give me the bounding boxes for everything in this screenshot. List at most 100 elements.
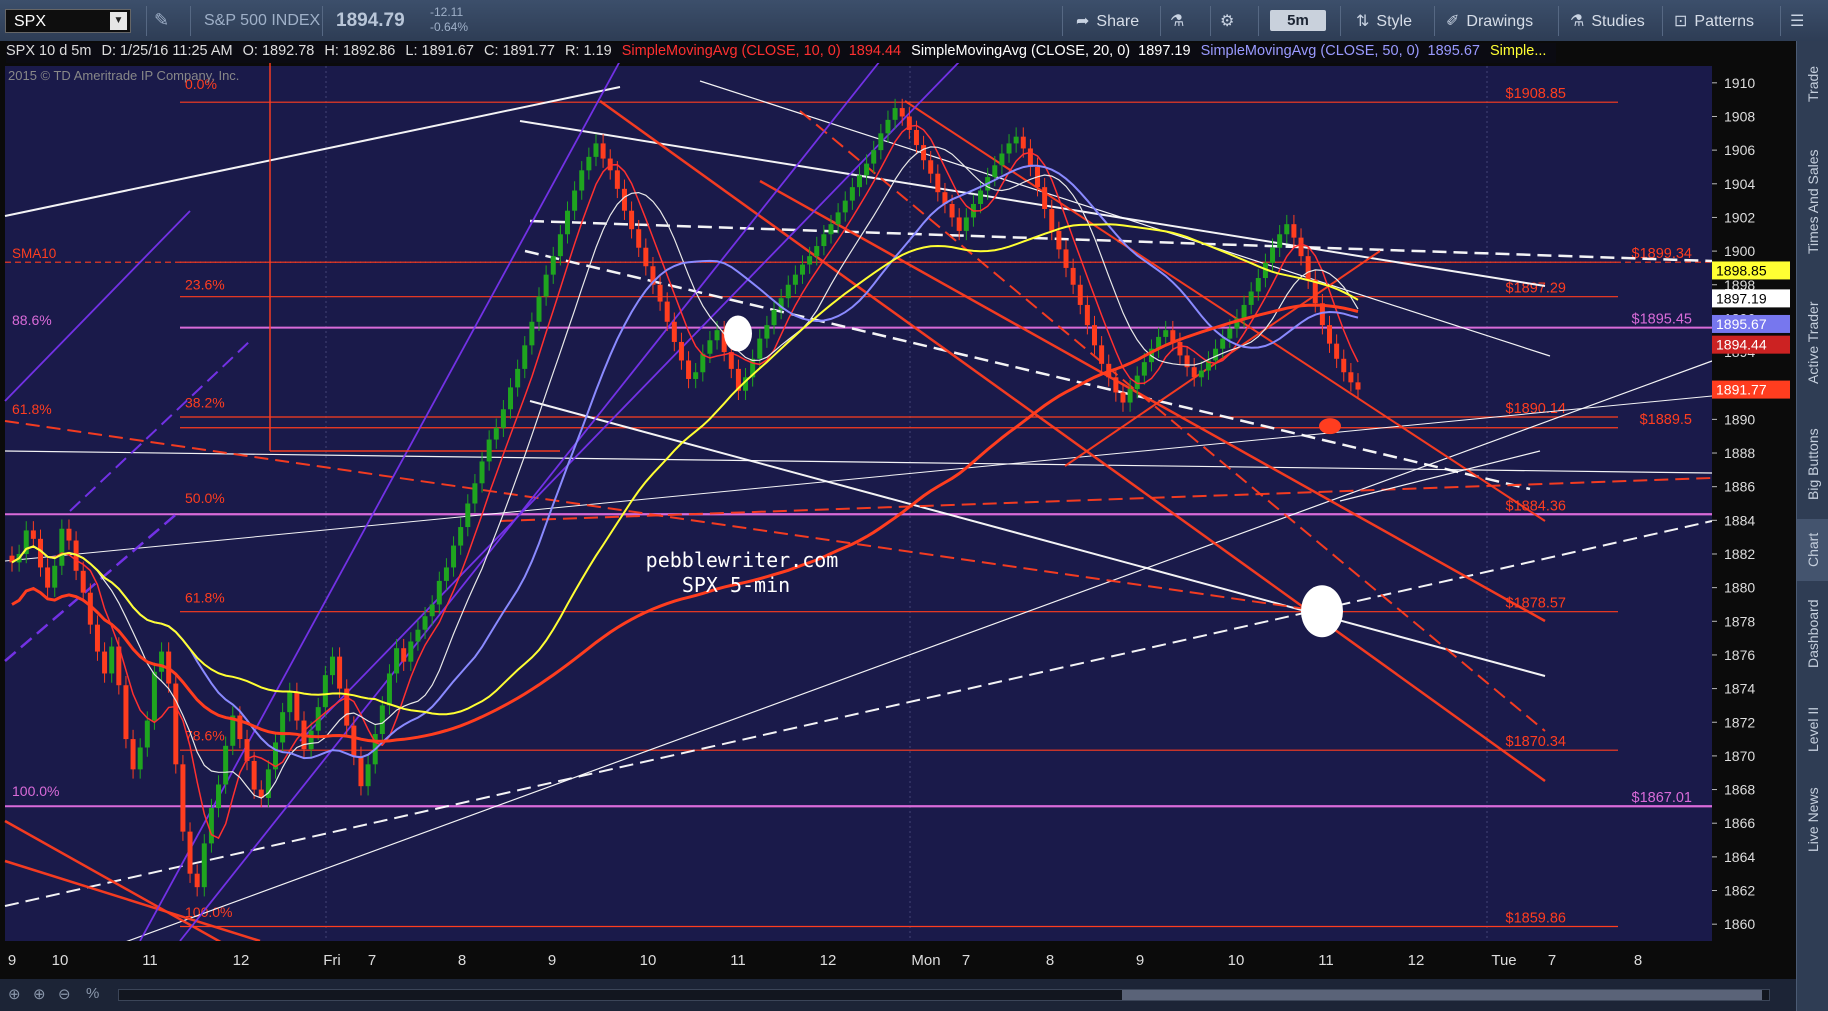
rail-tab-level-ii[interactable]: Level II — [1797, 687, 1828, 771]
candle-body-66 — [479, 461, 485, 484]
timeframe-button[interactable]: 5m — [1270, 10, 1326, 31]
y-tick-label-21: 1902 — [1724, 209, 1755, 225]
flask-button[interactable]: ⚗ — [1170, 11, 1191, 31]
percent-icon[interactable]: % — [86, 985, 99, 1002]
x-tick-label-20: 8 — [1634, 952, 1642, 969]
share-button[interactable]: ➦ Share — [1076, 11, 1139, 31]
candle-body-71 — [515, 368, 521, 388]
candle-body-85 — [614, 170, 620, 189]
candle-body-98 — [707, 340, 713, 354]
time-scrollbar[interactable] — [118, 989, 1770, 1001]
candle-body-80 — [579, 170, 585, 191]
candle-body-89 — [643, 247, 649, 267]
candle-body-141 — [1013, 136, 1019, 144]
candle-body-174 — [1248, 291, 1254, 305]
rail-tab-times-and-sales[interactable]: Times And Sales — [1797, 127, 1828, 277]
sma10-label: SimpleMovingAvg (CLOSE, 10, 0) — [621, 43, 841, 59]
toolbar-divider — [1258, 6, 1259, 36]
candle-body-97 — [700, 353, 706, 373]
right-rail: Trade Times And Sales Active Trader Big … — [1796, 41, 1828, 1011]
candle-body-76 — [550, 256, 556, 275]
y-tick-label-0: 1860 — [1724, 916, 1755, 932]
info-bar: SPX 10 d 5m D: 1/25/16 11:25 AM O: 1892.… — [6, 43, 1557, 63]
plot-background — [5, 66, 1712, 941]
zoom-out-icon[interactable]: ⊖ — [58, 985, 71, 1003]
settings-button[interactable]: ⚙ — [1220, 11, 1241, 31]
candle-body-81 — [586, 156, 592, 171]
candle-body-70 — [508, 387, 514, 410]
menu-button[interactable]: ☰ — [1790, 11, 1811, 31]
candle-body-128 — [921, 145, 927, 161]
candle-body-74 — [536, 296, 542, 322]
toolbar-divider — [146, 6, 147, 36]
rail-tab-dashboard[interactable]: Dashboard — [1797, 581, 1828, 687]
crosshair-icon[interactable]: ⊕ — [8, 985, 21, 1003]
pencil-icon[interactable]: ✎ — [154, 10, 169, 31]
candle-body-16 — [123, 685, 129, 740]
candle-body-65 — [472, 483, 478, 504]
candle-body-54 — [394, 648, 400, 674]
rail-tab-trade[interactable]: Trade — [1797, 41, 1828, 127]
patterns-icon: ⊡ — [1674, 13, 1688, 30]
candle-body-93 — [671, 321, 677, 342]
rail-tab-live-news[interactable]: Live News — [1797, 771, 1828, 869]
price-change: -12.11 -0.64% — [430, 5, 468, 35]
candle-body-139 — [999, 153, 1005, 166]
candle-body-111 — [800, 264, 806, 275]
y-tick-label-9: 1878 — [1724, 613, 1755, 629]
candle-body-20 — [151, 671, 157, 721]
candle-body-181 — [1298, 237, 1304, 257]
candle-body-157 — [1127, 389, 1133, 403]
candle-body-110 — [792, 274, 798, 285]
candle-body-61 — [443, 567, 449, 581]
candle-body-122 — [878, 133, 884, 151]
fib-label-8: 100.0% — [12, 783, 59, 799]
candle-body-17 — [130, 739, 136, 770]
scrollbar-thumb[interactable] — [1122, 990, 1762, 1000]
y-tick-label-14: 1888 — [1724, 445, 1755, 461]
rail-tab-active-trader[interactable]: Active Trader — [1797, 277, 1828, 409]
candle-body-67 — [486, 439, 492, 462]
target-marker-2 — [1301, 585, 1343, 638]
drawings-button[interactable]: ✐ Drawings — [1446, 11, 1533, 31]
level-label-8: $1870.34 — [1506, 734, 1566, 750]
symbol-dropdown-icon[interactable]: ▼ — [110, 12, 127, 30]
price-chart[interactable]: $1908.85$1899.34$1897.29$1895.45$1890.14… — [0, 41, 1796, 979]
candle-body-24 — [180, 764, 186, 832]
toolbar-divider — [1210, 6, 1211, 36]
toolbar-divider — [1160, 6, 1161, 36]
candle-body-6 — [52, 565, 58, 588]
candle-body-117 — [842, 200, 848, 213]
candle-body-129 — [928, 160, 934, 174]
target-marker-1 — [724, 315, 752, 352]
candle-body-91 — [657, 284, 663, 302]
chart-area[interactable]: $1908.85 $1899.34 $1897.29 $1895.45 $1890.14… — [0, 41, 1796, 979]
candle-body-162 — [1163, 330, 1169, 337]
candle-body-149 — [1070, 267, 1076, 285]
more-studies-label[interactable]: Simple... — [1490, 43, 1546, 59]
toolbar-divider — [1558, 6, 1559, 36]
rail-tab-chart[interactable]: Chart — [1797, 519, 1828, 581]
candle-body-95 — [686, 360, 692, 379]
studies-button[interactable]: ⚗ Studies — [1570, 11, 1645, 31]
style-button[interactable]: ⇅ Style — [1356, 11, 1412, 31]
info-close: C: 1891.77 — [483, 43, 555, 59]
studies-label: Studies — [1591, 13, 1645, 30]
fib-label-6: 61.8% — [185, 589, 225, 605]
toolbar-divider — [1434, 6, 1435, 36]
info-range: R: 1.19 — [564, 43, 612, 59]
zoom-in-icon[interactable]: ⊕ — [33, 985, 46, 1003]
patterns-button[interactable]: ⊡ Patterns — [1674, 11, 1754, 31]
fib-label-5: 50.0% — [185, 490, 225, 506]
chart-subtitle: SPX 5-min — [682, 573, 790, 597]
x-tick-label-7: 9 — [548, 952, 556, 969]
candle-body-189 — [1355, 382, 1361, 390]
rail-tab-big-buttons[interactable]: Big Buttons — [1797, 409, 1828, 519]
candle-body-188 — [1348, 372, 1354, 383]
candle-body-177 — [1270, 247, 1276, 263]
x-tick-label-5: 7 — [368, 952, 376, 969]
level-label-2: $1897.29 — [1506, 281, 1566, 297]
last-price: 1894.79 — [336, 10, 405, 31]
candle-body-23 — [173, 683, 179, 765]
info-high: H: 1892.86 — [324, 43, 396, 59]
